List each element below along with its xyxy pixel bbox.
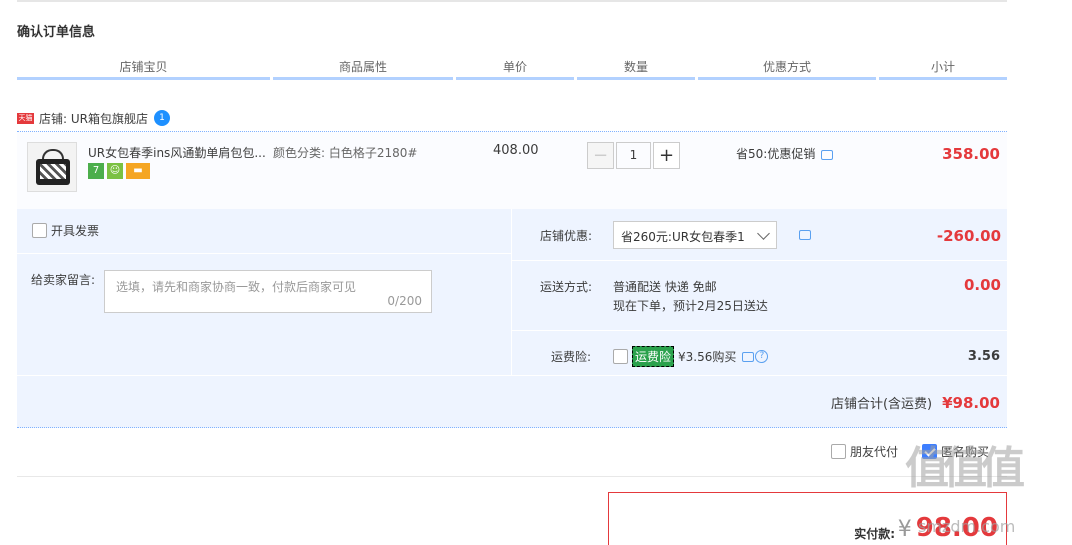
comment-icon[interactable] xyxy=(799,230,811,240)
order-item-row: UR女包春季ins风通勤单肩包包... 7 ☺ ▬ 颜色分类: 白色格子2180… xyxy=(17,131,1007,209)
invoice-checkbox[interactable] xyxy=(32,223,47,238)
quantity-stepper: − 1 + xyxy=(587,142,680,169)
friend-pay-option[interactable]: 朋友代付 xyxy=(831,443,898,460)
pay-amount-value: 98.00 xyxy=(915,513,998,543)
left-options: 开具发票 给卖家留言: 选填，请先和商家协商一致，付款后商家可见 0/200 xyxy=(17,209,511,375)
credit-card-icon[interactable]: ▬ xyxy=(126,163,150,179)
seven-day-return-icon[interactable]: 7 xyxy=(88,163,104,179)
chat-icon[interactable]: 1 xyxy=(153,110,170,126)
column-headers: 店铺宝贝 商品属性 单价 数量 优惠方式 小计 xyxy=(17,58,1007,80)
insurance-checkbox[interactable] xyxy=(613,349,628,364)
order-details-panel: 开具发票 给卖家留言: 选填，请先和商家协商一致，付款后商家可见 0/200 店… xyxy=(17,209,1008,428)
unit-price: 408.00 xyxy=(493,143,539,158)
item-subtotal: 358.00 xyxy=(942,145,1000,163)
help-icon[interactable]: ? xyxy=(755,350,769,363)
shop-total: 店铺合计(含运费) ¥98.00 xyxy=(831,393,1000,412)
shipping-value: 0.00 xyxy=(963,276,1001,294)
shipping-row: 运送方式: 普通配送 快递 免邮 现在下单，预计2月25日送达 0.00 xyxy=(512,261,1008,331)
col-promo: 优惠方式 xyxy=(698,58,876,80)
pay-amount: ¥ 98.00 xyxy=(898,513,998,543)
col-shop-item: 店铺宝贝 xyxy=(17,58,270,80)
col-subtotal: 小计 xyxy=(879,58,1007,80)
promo-text: 省50:优惠促销 xyxy=(736,145,834,162)
insurance-option: 运费险 ¥3.56购买 ? xyxy=(613,346,769,367)
shipping-info: 普通配送 快递 免邮 现在下单，预计2月25日送达 xyxy=(613,278,768,316)
product-name[interactable]: UR女包春季ins风通勤单肩包包... xyxy=(88,144,268,161)
invoice-label: 开具发票 xyxy=(51,224,100,238)
insurance-price: ¥3.56购买 xyxy=(678,350,737,364)
shipping-label: 运送方式: xyxy=(539,280,592,294)
insurance-value: 3.56 xyxy=(967,349,1000,364)
pay-label: 实付款: xyxy=(854,527,895,541)
memo-placeholder: 选填，请先和商家协商一致，付款后商家可见 xyxy=(116,280,357,294)
payment-options: 朋友代付 匿名购买 xyxy=(831,443,989,460)
anonymous-option[interactable]: 匿名购买 xyxy=(922,443,989,460)
discount-label: 店铺优惠: xyxy=(539,229,592,243)
increase-button[interactable]: + xyxy=(653,142,680,169)
anonymous-label: 匿名购买 xyxy=(941,445,990,459)
shop-header: 天猫 店铺: UR箱包旗舰店 1 xyxy=(17,109,170,127)
shipping-eta: 现在下单，预计2月25日送达 xyxy=(613,299,768,313)
col-price: 单价 xyxy=(456,58,574,80)
chevron-down-icon xyxy=(757,227,770,240)
memo-label: 给卖家留言: xyxy=(31,273,96,287)
friend-pay-checkbox[interactable] xyxy=(831,444,846,459)
guarantee-icon[interactable]: ☺ xyxy=(107,163,123,179)
decrease-button[interactable]: − xyxy=(587,142,614,169)
page-title: 确认订单信息 xyxy=(17,25,96,40)
payment-summary-box: 实付款: ¥ 98.00 xyxy=(608,492,1007,545)
comment-icon[interactable] xyxy=(742,351,755,362)
invoice-option[interactable]: 开具发票 xyxy=(32,222,99,239)
service-badges: 7 ☺ ▬ xyxy=(88,163,150,179)
insurance-label: 运费险: xyxy=(550,350,591,364)
watermark-logo: 值值值 xyxy=(905,443,1025,494)
memo-counter: 0/200 xyxy=(387,294,422,308)
col-attr: 商品属性 xyxy=(273,58,453,80)
product-attr: 颜色分类: 白色格子2180# xyxy=(273,146,418,160)
product-thumbnail[interactable] xyxy=(27,142,77,192)
tmall-icon: 天猫 xyxy=(17,112,34,124)
top-divider xyxy=(17,0,1007,2)
quantity-input[interactable]: 1 xyxy=(616,142,651,169)
friend-pay-label: 朋友代付 xyxy=(850,445,899,459)
currency-symbol: ¥ xyxy=(897,517,912,542)
anonymous-checkbox[interactable] xyxy=(922,444,938,459)
shop-name[interactable]: 店铺: UR箱包旗舰店 xyxy=(39,110,148,127)
discount-row: 店铺优惠: 省260元:UR女包春季1 -260.00 xyxy=(512,209,1008,261)
discount-value: -260.00 xyxy=(936,227,1001,245)
right-summary: 店铺优惠: 省260元:UR女包春季1 -260.00 运送方式: 普通配送 快… xyxy=(511,209,1008,375)
insurance-tag: 运费险 xyxy=(632,346,675,367)
memo-textarea[interactable]: 选填，请先和商家协商一致，付款后商家可见 0/200 xyxy=(104,270,432,313)
shipping-method: 普通配送 快递 免邮 xyxy=(613,280,717,294)
shop-total-label: 店铺合计(含运费) xyxy=(830,397,933,412)
col-qty: 数量 xyxy=(577,58,695,80)
discount-selected: 省260元:UR女包春季1 xyxy=(621,230,745,244)
discount-select[interactable]: 省260元:UR女包春季1 xyxy=(613,221,777,249)
comment-icon[interactable] xyxy=(821,149,834,160)
divider xyxy=(17,476,1007,477)
shop-total-value: ¥98.00 xyxy=(942,394,1000,412)
promo-label: 省50:优惠促销 xyxy=(736,147,816,161)
